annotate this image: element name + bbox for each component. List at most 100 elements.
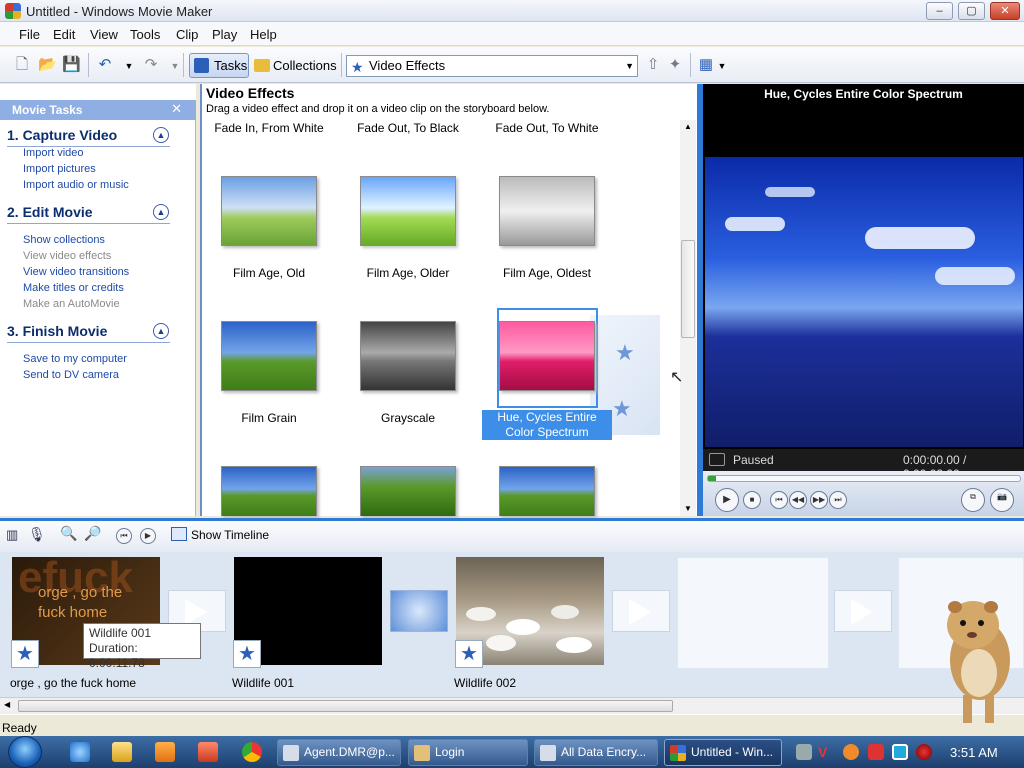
clip-label[interactable]: orge , go the fuck home bbox=[10, 676, 136, 690]
file-explorer-icon[interactable] bbox=[112, 742, 132, 762]
split-clip-icon[interactable]: ⧉ bbox=[961, 488, 985, 512]
play-icon[interactable]: ▶ bbox=[715, 488, 739, 512]
redo-icon[interactable]: ↷ bbox=[142, 56, 160, 74]
transition-slot[interactable] bbox=[834, 590, 892, 632]
scroll-up-icon[interactable]: ▲ bbox=[684, 122, 692, 131]
effect-thumb[interactable] bbox=[360, 466, 456, 516]
selected-effect-label[interactable]: Hue, Cycles Entire Color Spectrum bbox=[482, 410, 612, 440]
new-collection-icon[interactable]: ✦ bbox=[666, 56, 684, 74]
effect-label[interactable]: Fade In, From White bbox=[199, 121, 339, 135]
network-tray-icon[interactable] bbox=[892, 744, 908, 760]
effect-thumb-film-age-old[interactable] bbox=[221, 176, 317, 246]
next-frame-icon[interactable]: ⏭ bbox=[829, 491, 847, 509]
close-button[interactable]: ✕ bbox=[990, 2, 1020, 20]
make-titles-link[interactable]: Make titles or credits bbox=[23, 282, 124, 294]
menu-play[interactable]: Play bbox=[212, 27, 237, 42]
open-project-icon[interactable]: 📂 bbox=[38, 56, 57, 74]
timeline-icon[interactable] bbox=[171, 527, 187, 541]
effect-thumb-film-age-older[interactable] bbox=[360, 176, 456, 246]
effect-label[interactable]: Fade Out, To Black bbox=[338, 121, 478, 135]
section-capture-video[interactable]: 1. Capture Video bbox=[7, 127, 170, 147]
menu-edit[interactable]: Edit bbox=[53, 27, 75, 42]
redo-dropdown-icon[interactable]: ▼ bbox=[166, 57, 184, 75]
effect-label[interactable]: Film Grain bbox=[199, 411, 339, 425]
internet-explorer-icon[interactable] bbox=[70, 742, 90, 762]
rewind-icon[interactable]: ◀◀ bbox=[789, 491, 807, 509]
menu-help[interactable]: Help bbox=[250, 27, 277, 42]
zoom-in-icon[interactable]: 🔍 bbox=[60, 525, 77, 542]
minimize-button[interactable]: – bbox=[926, 2, 953, 20]
media-player-icon[interactable] bbox=[155, 742, 175, 762]
import-pictures-link[interactable]: Import pictures bbox=[23, 163, 96, 175]
view-video-transitions-link[interactable]: View video transitions bbox=[23, 266, 129, 278]
maximize-button[interactable]: ▢ bbox=[958, 2, 985, 20]
menu-clip[interactable]: Clip bbox=[176, 27, 198, 42]
video-effect-star-icon[interactable]: ★ bbox=[11, 640, 39, 668]
search-tray-icon[interactable] bbox=[843, 744, 859, 760]
taskbar-button-login[interactable]: Login bbox=[408, 739, 528, 766]
pane-splitter[interactable] bbox=[200, 84, 202, 516]
collections-button[interactable]: Collections bbox=[250, 53, 337, 78]
save-project-icon[interactable]: 💾 bbox=[62, 56, 81, 74]
save-to-computer-link[interactable]: Save to my computer bbox=[23, 353, 127, 365]
effect-thumb[interactable] bbox=[499, 466, 595, 516]
video-effect-star-icon[interactable]: ★ bbox=[233, 640, 261, 668]
import-video-link[interactable]: Import video bbox=[23, 147, 84, 159]
flag-tray-icon[interactable] bbox=[868, 744, 884, 760]
views-dropdown-icon[interactable]: ▼ bbox=[713, 57, 731, 75]
menu-view[interactable]: View bbox=[90, 27, 118, 42]
scroll-left-icon[interactable]: ◀ bbox=[4, 700, 10, 709]
fast-forward-icon[interactable]: ▶▶ bbox=[810, 491, 828, 509]
start-button[interactable] bbox=[8, 736, 42, 768]
clip-label[interactable]: Wildlife 001 bbox=[232, 676, 294, 690]
clip-label[interactable]: Wildlife 002 bbox=[454, 676, 516, 690]
effect-thumb-grayscale[interactable] bbox=[360, 321, 456, 391]
record-tray-icon[interactable] bbox=[916, 744, 932, 760]
show-timeline-button[interactable]: Show Timeline bbox=[191, 528, 269, 542]
taskbar-button-movie-maker[interactable]: Untitled - Win... bbox=[664, 739, 782, 766]
antivirus-tray-icon[interactable]: V bbox=[818, 744, 834, 760]
tasks-button[interactable]: Tasks bbox=[189, 53, 249, 78]
tray-icon[interactable] bbox=[796, 744, 812, 760]
section-finish-movie[interactable]: 3. Finish Movie bbox=[7, 323, 170, 343]
collapse-finish-icon[interactable]: ▲ bbox=[153, 323, 169, 339]
storyboard-view-icon[interactable]: ▥ bbox=[6, 527, 18, 543]
taskbar-button-data[interactable]: All Data Encry... bbox=[534, 739, 658, 766]
seek-bar[interactable] bbox=[707, 475, 1021, 482]
take-picture-icon[interactable]: 📷 bbox=[990, 488, 1014, 512]
previous-frame-icon[interactable]: ⏮ bbox=[770, 491, 788, 509]
storyboard-scrollbar[interactable]: ◀ bbox=[0, 697, 1024, 714]
new-project-icon[interactable]: 🗋 bbox=[13, 56, 31, 74]
taskbar-clock[interactable]: 3:51 AM bbox=[950, 745, 998, 760]
stop-icon[interactable]: ■ bbox=[743, 491, 761, 509]
play-storyboard-icon[interactable]: ▶ bbox=[140, 528, 156, 544]
effect-thumb[interactable] bbox=[221, 466, 317, 516]
transition-slot[interactable] bbox=[612, 590, 670, 632]
effect-thumb-hue-cycles[interactable] bbox=[499, 321, 595, 391]
send-to-dv-link[interactable]: Send to DV camera bbox=[23, 369, 119, 381]
zoom-out-icon[interactable]: 🔎 bbox=[84, 525, 101, 542]
section-edit-movie[interactable]: 2. Edit Movie bbox=[7, 204, 170, 224]
effect-label[interactable]: Film Age, Older bbox=[338, 266, 478, 280]
collapse-edit-icon[interactable]: ▲ bbox=[153, 204, 169, 220]
scrollbar-thumb[interactable] bbox=[681, 240, 695, 338]
import-audio-link[interactable]: Import audio or music bbox=[23, 179, 129, 191]
undo-dropdown-icon[interactable]: ▼ bbox=[120, 57, 138, 75]
scroll-down-icon[interactable]: ▼ bbox=[684, 504, 692, 513]
video-effect-star-icon[interactable]: ★ bbox=[455, 640, 483, 668]
chrome-icon[interactable] bbox=[242, 742, 262, 762]
empty-clip-slot[interactable] bbox=[677, 557, 829, 669]
effect-label[interactable]: Fade Out, To White bbox=[477, 121, 617, 135]
effect-thumb-film-grain[interactable] bbox=[221, 321, 317, 391]
rewind-storyboard-icon[interactable]: ⏮ bbox=[116, 528, 132, 544]
close-tasks-icon[interactable]: ✕ bbox=[171, 101, 182, 117]
menu-tools[interactable]: Tools bbox=[130, 27, 160, 42]
app-launcher-icon[interactable] bbox=[198, 742, 218, 762]
collapse-capture-icon[interactable]: ▲ bbox=[153, 127, 169, 143]
effect-thumb-film-age-oldest[interactable] bbox=[499, 176, 595, 246]
collection-dropdown[interactable]: ★ Video Effects ▼ bbox=[346, 55, 638, 77]
taskbar-button-agent[interactable]: Agent.DMR@p... bbox=[277, 739, 401, 766]
narrate-timeline-icon[interactable]: 🎙 bbox=[28, 526, 46, 543]
effect-label[interactable]: Film Age, Old bbox=[199, 266, 339, 280]
effects-scrollbar[interactable]: ▲ ▼ bbox=[680, 120, 696, 516]
